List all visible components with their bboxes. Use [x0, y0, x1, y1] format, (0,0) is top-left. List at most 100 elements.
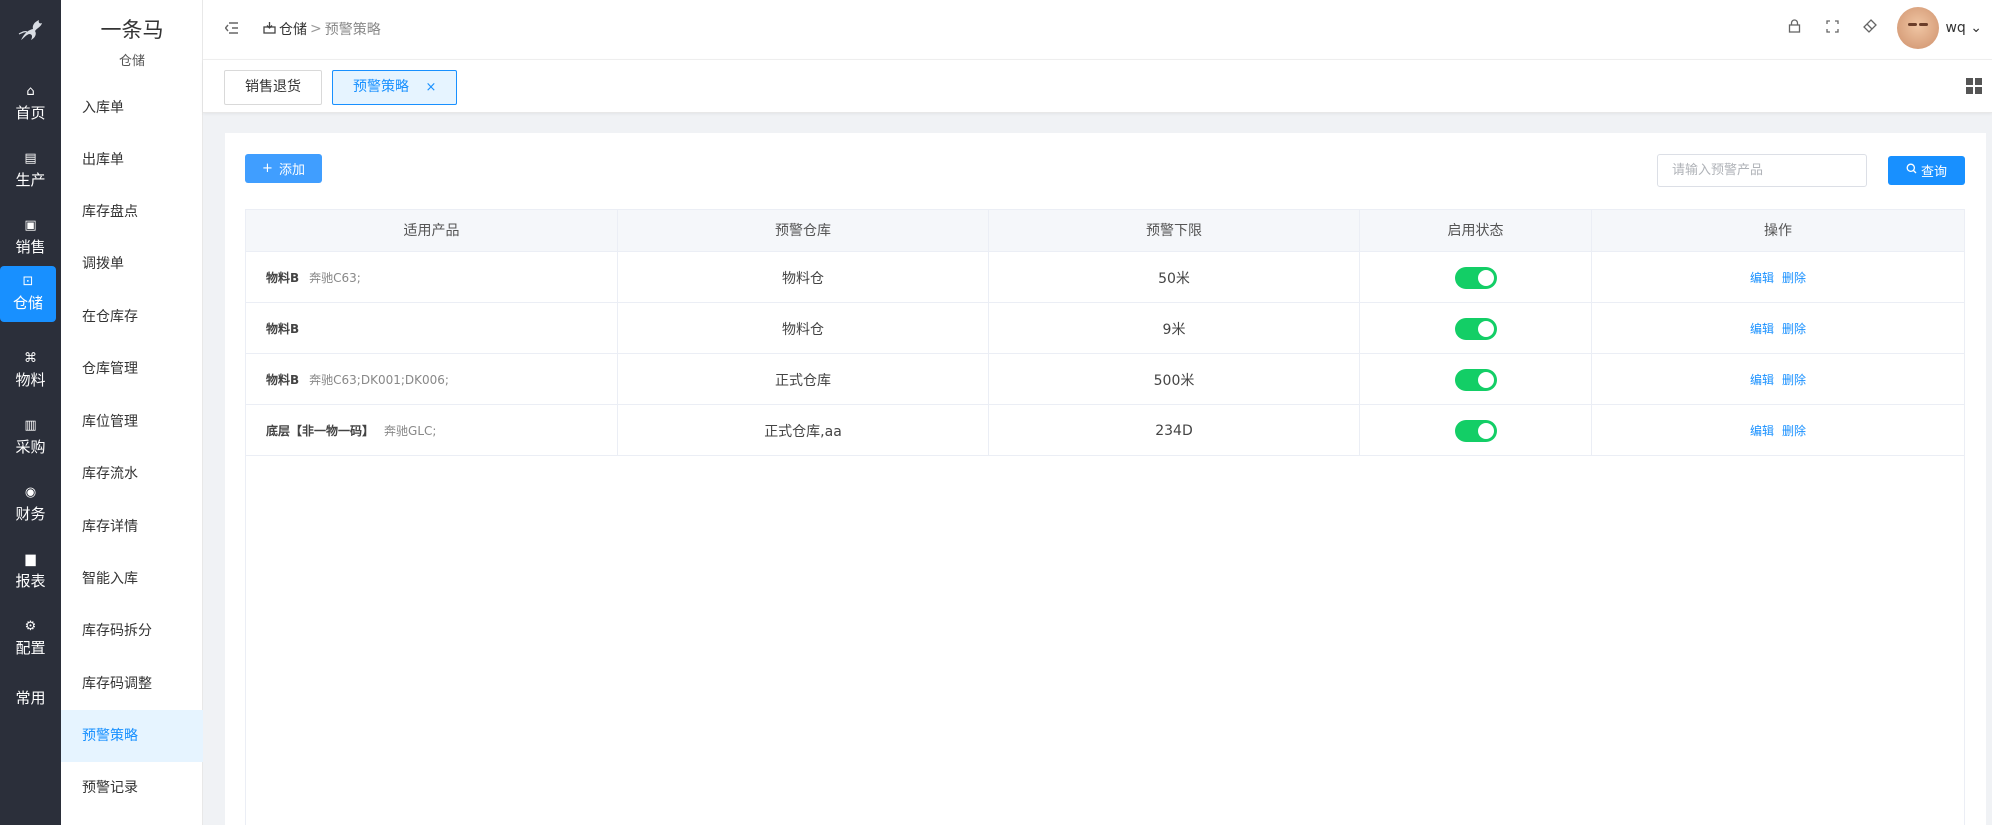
submenu-item[interactable]: 库存详情 [61, 501, 203, 553]
fullscreen-icon[interactable] [1813, 19, 1851, 37]
breadcrumb-current: 预警策略 [324, 22, 381, 38]
breadcrumb-separator: > [310, 21, 322, 37]
add-button-label: 添加 [278, 163, 305, 178]
status-cell [1360, 303, 1592, 354]
column-header: 启用状态 [1360, 210, 1592, 252]
tab-warning-strategy[interactable]: 预警策略 × [332, 70, 458, 105]
avatar[interactable] [1897, 7, 1940, 49]
rail-item-material[interactable]: ⌘ 物料 [0, 343, 61, 399]
rail-item-warehouse[interactable]: ⊡ 仓储 [0, 266, 56, 322]
submenu-item[interactable]: 库存流水 [61, 448, 203, 500]
rail-item-settings[interactable]: ⚙ 配置 [0, 611, 61, 667]
product-cell: 物料B 奔驰C63; [246, 252, 618, 303]
warehouse-cell: 正式仓库 [618, 354, 989, 405]
table-row: 物料B 奔驰C63; 物料仓 50米 编辑 删除 [246, 252, 1964, 303]
delete-link[interactable]: 删除 [1782, 422, 1806, 439]
actions-cell: 编辑 删除 [1592, 354, 1964, 405]
column-header: 预警仓库 [618, 210, 989, 252]
submenu-item[interactable]: 调拨单 [61, 238, 203, 290]
warning-strategy-table: 适用产品 预警仓库 预警下限 启用状态 操作 物料B 奔驰C63; 物料仓 50… [245, 209, 1965, 825]
topbar-actions: wq ⌄ [1775, 0, 1992, 56]
add-button[interactable]: + 添加 [245, 154, 322, 183]
table-row: 物料B 物料仓 9米 编辑 删除 [246, 303, 1964, 354]
edit-link[interactable]: 编辑 [1750, 422, 1774, 439]
close-icon[interactable]: × [425, 80, 436, 95]
edit-link[interactable]: 编辑 [1750, 371, 1774, 388]
lock-icon[interactable] [1775, 19, 1813, 37]
brand-logo[interactable] [0, 0, 61, 60]
rail-item-favorites[interactable]: 常用 [0, 669, 61, 725]
rail-item-production[interactable]: ▤ 生产 [0, 143, 61, 199]
limit-cell: 50米 [989, 252, 1360, 303]
collapse-menu-icon[interactable] [224, 20, 239, 38]
enabled-toggle[interactable] [1454, 266, 1497, 289]
edit-link[interactable]: 编辑 [1750, 320, 1774, 337]
limit-cell: 234D [989, 405, 1360, 456]
home-icon: ⌂ [26, 84, 35, 99]
rail-item-label: 财务 [15, 505, 46, 523]
submenu-item[interactable]: 在仓库存 [61, 291, 203, 343]
rail-item-purchase[interactable]: ▥ 采购 [0, 410, 61, 466]
content-card: + 添加 查询 适用产品 预警仓库 预警下限 启用状态 操作 物料B 奔驰C63… [225, 133, 1986, 825]
product-cell: 底层【非一物一码】 奔驰GLC; [246, 405, 618, 456]
top-bar: 仓储 > 预警策略 wq ⌄ [203, 0, 1992, 60]
horse-logo-icon [18, 20, 42, 40]
sales-icon: ▣ [24, 218, 37, 233]
submenu-item[interactable]: 仓库管理 [61, 343, 203, 395]
purchase-icon: ▥ [24, 418, 37, 433]
table-row: 物料B 奔驰C63;DK001;DK006; 正式仓库 500米 编辑 删除 [246, 354, 1964, 405]
rail-item-label: 物料 [15, 371, 46, 389]
submenu-item[interactable]: 库存码拆分 [61, 605, 203, 657]
table-header: 适用产品 预警仓库 预警下限 启用状态 操作 [246, 210, 1964, 252]
search-button[interactable]: 查询 [1888, 156, 1965, 185]
delete-link[interactable]: 删除 [1782, 320, 1806, 337]
breadcrumb-section[interactable]: 仓储 [279, 19, 307, 39]
enabled-toggle[interactable] [1454, 419, 1497, 442]
warehouse-cell: 物料仓 [618, 303, 989, 354]
rail-item-home[interactable]: ⌂ 首页 [0, 76, 61, 132]
submenu-item[interactable]: 入库单 [61, 82, 203, 134]
rail-item-label: 配置 [15, 639, 46, 657]
submenu-item[interactable]: 库位管理 [61, 396, 203, 448]
submenu-item[interactable]: 库存码调整 [61, 658, 203, 710]
warehouse-cell: 物料仓 [618, 252, 989, 303]
plus-icon: + [262, 161, 273, 176]
rail-item-label: 仓储 [12, 294, 43, 312]
finance-icon: ◉ [24, 485, 37, 500]
edit-link[interactable]: 编辑 [1750, 269, 1774, 286]
user-name[interactable]: wq ⌄ [1945, 20, 1982, 36]
delete-link[interactable]: 删除 [1782, 269, 1806, 286]
product-name: 物料B [266, 271, 300, 285]
status-cell [1360, 405, 1592, 456]
rail-item-label: 报表 [15, 572, 46, 590]
actions-cell: 编辑 删除 [1592, 303, 1964, 354]
rail-item-sales[interactable]: ▣ 销售 [0, 210, 61, 266]
submenu-item[interactable]: 智能入库 [61, 553, 203, 605]
breadcrumb: 仓储 > 预警策略 [263, 19, 381, 39]
rail-item-label: 常用 [15, 688, 46, 707]
main-nav-rail: ⌂ 首页 ▤ 生产 ▣ 销售 ⊡ 仓储 ⌘ 物料 ▥ 采购 ◉ 财务 ▆ 报表 … [0, 0, 61, 825]
submenu-item[interactable]: 库存盘点 [61, 186, 203, 238]
submenu-item-active[interactable]: 预警策略 [61, 710, 203, 762]
status-cell [1360, 252, 1592, 303]
warehouse-cell: 正式仓库,aa [618, 405, 989, 456]
enabled-toggle[interactable] [1454, 368, 1497, 391]
enabled-toggle[interactable] [1454, 317, 1497, 340]
search-input[interactable] [1657, 154, 1867, 187]
product-name: 物料B [266, 322, 300, 336]
delete-link[interactable]: 删除 [1782, 371, 1806, 388]
grid-menu-icon[interactable] [1966, 78, 1982, 94]
submenu-item[interactable]: 出库单 [61, 134, 203, 186]
column-header: 适用产品 [246, 210, 618, 252]
rail-item-finance[interactable]: ◉ 财务 [0, 477, 61, 533]
submenu-item[interactable]: 预警记录 [61, 762, 203, 814]
rail-item-report[interactable]: ▆ 报表 [0, 544, 61, 600]
chevron-down-icon: ⌄ [1970, 20, 1982, 36]
clear-cache-icon[interactable] [1851, 19, 1889, 37]
rail-item-label: 采购 [15, 438, 46, 456]
tab-sales-return[interactable]: 销售退货 [224, 70, 322, 105]
status-cell [1360, 354, 1592, 405]
actions-cell: 编辑 删除 [1592, 405, 1964, 456]
warehouse-submenu: 一条马 仓储 入库单 出库单 库存盘点 调拨单 在仓库存 仓库管理 库位管理 库… [61, 0, 203, 825]
limit-cell: 9米 [989, 303, 1360, 354]
